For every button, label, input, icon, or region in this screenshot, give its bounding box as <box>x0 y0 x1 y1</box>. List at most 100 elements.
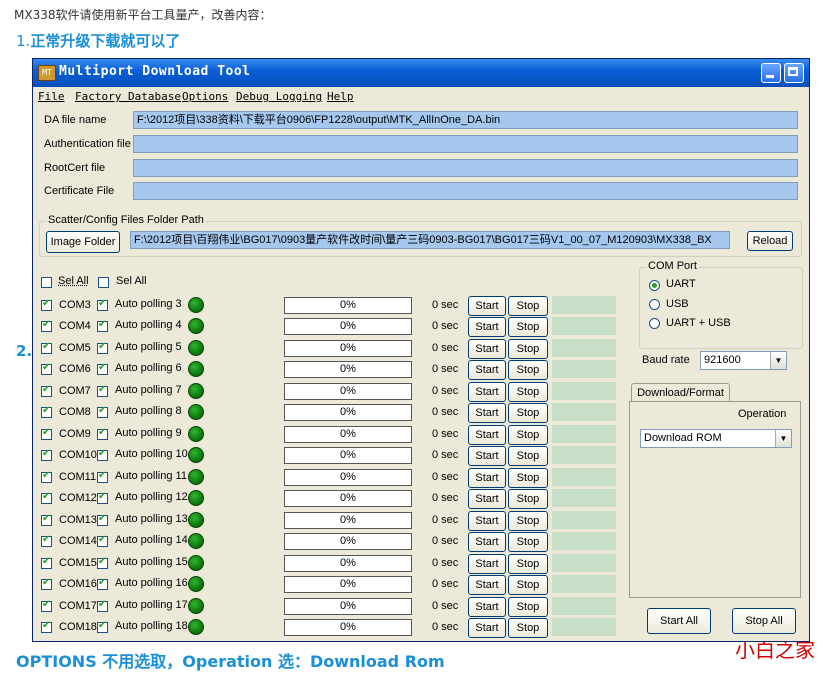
auto-polling-checkbox[interactable] <box>97 534 108 547</box>
start-button[interactable]: Start <box>468 403 506 423</box>
stop-button[interactable]: Stop <box>508 360 548 380</box>
com-checkbox[interactable] <box>41 298 52 311</box>
operation-select[interactable]: Download ROM ▼ <box>640 429 792 448</box>
menu-options[interactable]: Options <box>182 90 228 103</box>
menu-help[interactable]: Help <box>327 90 354 103</box>
com-checkbox[interactable] <box>41 556 52 569</box>
com-label: COM11 <box>59 471 97 483</box>
auto-polling-checkbox[interactable] <box>97 362 108 375</box>
start-button[interactable]: Start <box>468 425 506 445</box>
com-checkbox[interactable] <box>41 534 52 547</box>
stop-button[interactable]: Stop <box>508 618 548 638</box>
sel-all-checkbox-2[interactable] <box>98 277 109 288</box>
com-checkbox[interactable] <box>41 513 52 526</box>
com-checkbox[interactable] <box>41 362 52 375</box>
radio-uart[interactable] <box>649 280 660 291</box>
maximize-button[interactable] <box>784 63 804 83</box>
auto-polling-checkbox[interactable] <box>97 341 108 354</box>
stop-button[interactable]: Stop <box>508 575 548 595</box>
stop-button[interactable]: Stop <box>508 511 548 531</box>
auto-polling-checkbox[interactable] <box>97 427 108 440</box>
status-box <box>552 489 616 507</box>
com-checkbox[interactable] <box>41 384 52 397</box>
auto-polling-checkbox[interactable] <box>97 599 108 612</box>
menu-factory-database[interactable]: Factory Database <box>75 90 181 103</box>
auto-polling-checkbox[interactable] <box>97 491 108 504</box>
minimize-button[interactable] <box>761 63 781 83</box>
da-file-field[interactable]: F:\2012项目\338资料\下载平台0906\FP1228\output\M… <box>133 111 798 129</box>
start-button[interactable]: Start <box>468 446 506 466</box>
stop-button[interactable]: Stop <box>508 468 548 488</box>
auto-polling-label: Auto polling 3 <box>115 298 182 310</box>
menu-debug-logging[interactable]: Debug Logging <box>236 90 322 103</box>
start-button[interactable]: Start <box>468 382 506 402</box>
com-checkbox[interactable] <box>41 427 52 440</box>
auto-polling-checkbox[interactable] <box>97 319 108 332</box>
stop-button[interactable]: Stop <box>508 339 548 359</box>
start-all-button[interactable]: Start All <box>647 608 711 634</box>
image-folder-button[interactable]: Image Folder <box>46 231 120 253</box>
reload-button[interactable]: Reload <box>747 231 793 251</box>
com-checkbox[interactable] <box>41 599 52 612</box>
stop-button[interactable]: Stop <box>508 532 548 552</box>
auto-polling-checkbox[interactable] <box>97 620 108 633</box>
status-box <box>552 511 616 529</box>
com-port-group: COM Port <box>639 260 803 349</box>
start-button[interactable]: Start <box>468 618 506 638</box>
progress-bar: 0% <box>284 555 412 572</box>
sel-all-checkbox-1[interactable] <box>41 277 52 288</box>
com-checkbox[interactable] <box>41 470 52 483</box>
com-checkbox[interactable] <box>41 577 52 590</box>
scatter-path-field[interactable]: F:\2012项目\百翔伟业\BG017\0903量产软件改时间\量产三码090… <box>130 231 730 249</box>
stop-all-button[interactable]: Stop All <box>732 608 796 634</box>
stop-button[interactable]: Stop <box>508 597 548 617</box>
com-checkbox[interactable] <box>41 405 52 418</box>
radio-usb[interactable] <box>649 299 660 310</box>
stop-button[interactable]: Stop <box>508 446 548 466</box>
auto-polling-checkbox[interactable] <box>97 384 108 397</box>
start-button[interactable]: Start <box>468 489 506 509</box>
title-bar[interactable]: MT Multiport Download Tool <box>33 59 809 87</box>
com-checkbox[interactable] <box>41 491 52 504</box>
start-button[interactable]: Start <box>468 575 506 595</box>
start-button[interactable]: Start <box>468 554 506 574</box>
menu-file[interactable]: File <box>38 90 65 103</box>
stop-button[interactable]: Stop <box>508 296 548 316</box>
start-button[interactable]: Start <box>468 317 506 337</box>
rootcert-field[interactable] <box>133 159 798 177</box>
auto-polling-checkbox[interactable] <box>97 577 108 590</box>
baud-rate-select[interactable]: 921600 ▼ <box>700 351 787 370</box>
auto-polling-checkbox[interactable] <box>97 448 108 461</box>
stop-button[interactable]: Stop <box>508 489 548 509</box>
radio-uart-usb[interactable] <box>649 318 660 329</box>
elapsed-time: 0 sec <box>432 428 459 440</box>
stop-button[interactable]: Stop <box>508 403 548 423</box>
auto-polling-checkbox[interactable] <box>97 298 108 311</box>
stop-button[interactable]: Stop <box>508 317 548 337</box>
com-checkbox[interactable] <box>41 341 52 354</box>
start-button[interactable]: Start <box>468 339 506 359</box>
start-button[interactable]: Start <box>468 296 506 316</box>
auto-polling-checkbox[interactable] <box>97 513 108 526</box>
com-checkbox[interactable] <box>41 620 52 633</box>
start-button[interactable]: Start <box>468 468 506 488</box>
cert-file-field[interactable] <box>133 182 798 200</box>
start-button[interactable]: Start <box>468 597 506 617</box>
start-button[interactable]: Start <box>468 360 506 380</box>
tab-download-format[interactable]: Download/Format <box>631 383 730 402</box>
stop-button[interactable]: Stop <box>508 425 548 445</box>
app-icon: MT <box>38 65 56 81</box>
com-checkbox[interactable] <box>41 319 52 332</box>
auth-file-field[interactable] <box>133 135 798 153</box>
auto-polling-checkbox[interactable] <box>97 405 108 418</box>
stop-button[interactable]: Stop <box>508 382 548 402</box>
com-checkbox[interactable] <box>41 448 52 461</box>
auto-polling-checkbox[interactable] <box>97 470 108 483</box>
elapsed-time: 0 sec <box>432 406 459 418</box>
start-button[interactable]: Start <box>468 532 506 552</box>
start-button[interactable]: Start <box>468 511 506 531</box>
auto-polling-checkbox[interactable] <box>97 556 108 569</box>
stop-button[interactable]: Stop <box>508 554 548 574</box>
da-file-label: DA file name <box>44 114 107 126</box>
auto-polling-label: Auto polling 16 <box>115 577 188 589</box>
